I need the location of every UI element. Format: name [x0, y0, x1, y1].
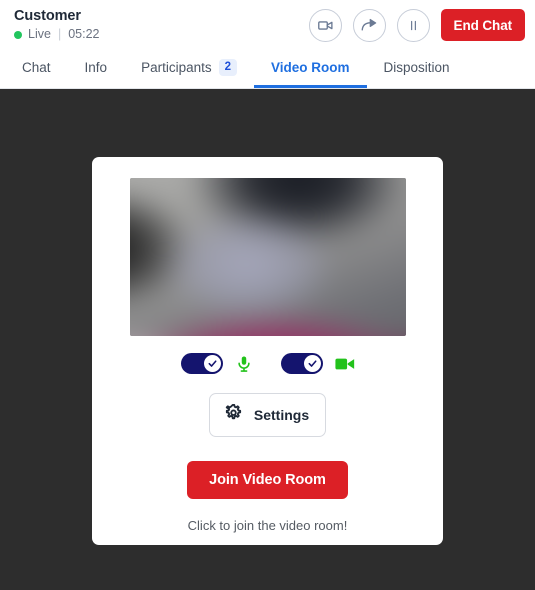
- share-arrow-icon: [360, 16, 378, 34]
- tab-participants[interactable]: Participants 2: [124, 50, 254, 88]
- gear-icon: [223, 403, 244, 427]
- participants-count-badge: 2: [218, 59, 238, 76]
- live-indicator-dot: [14, 30, 22, 39]
- preview-blur-wrapper: [129, 178, 406, 336]
- tab-disposition[interactable]: Disposition: [367, 50, 467, 88]
- join-hint-text: Click to join the video room!: [187, 518, 348, 533]
- video-room-panel: Customer Live | 05:22 End Chat Chat Info…: [0, 0, 535, 590]
- video-stage: Settings Join Video Room Click to join t…: [0, 89, 535, 590]
- tab-info[interactable]: Info: [68, 50, 125, 88]
- live-label: Live: [28, 27, 51, 41]
- tab-label: Participants: [141, 60, 212, 75]
- tab-label: Disposition: [383, 60, 450, 75]
- status-separator: |: [57, 27, 62, 41]
- toggle-knob: [303, 355, 321, 372]
- tab-video-room[interactable]: Video Room: [254, 50, 367, 88]
- pause-icon: [406, 18, 421, 33]
- live-status: Live | 05:22: [14, 27, 99, 42]
- call-timer: 05:22: [68, 27, 100, 41]
- microphone-toggle[interactable]: [180, 353, 223, 374]
- join-video-room-button[interactable]: Join Video Room: [187, 461, 348, 499]
- tab-bar: Chat Info Participants 2 Video Room Disp…: [0, 50, 535, 89]
- settings-button[interactable]: Settings: [208, 393, 327, 437]
- camera-toggle[interactable]: [280, 353, 323, 374]
- video-camera-icon: [317, 17, 334, 34]
- tab-chat[interactable]: Chat: [14, 50, 68, 88]
- panel-header: Customer Live | 05:22 End Chat: [0, 0, 535, 50]
- tab-label: Info: [84, 60, 108, 75]
- device-controls: [180, 353, 355, 374]
- toggle-knob: [203, 355, 221, 372]
- settings-label: Settings: [253, 407, 310, 423]
- camera-icon: [334, 356, 355, 372]
- tab-label: Video Room: [271, 60, 350, 75]
- customer-name: Customer: [14, 8, 81, 24]
- join-video-card: Settings Join Video Room Click to join t…: [92, 157, 443, 545]
- preview-layer-subject: [129, 178, 406, 336]
- customer-info: Customer Live | 05:22: [14, 8, 99, 42]
- microphone-icon: [235, 354, 253, 374]
- header-actions: End Chat: [308, 8, 527, 42]
- video-preview: [129, 178, 406, 336]
- end-chat-button[interactable]: End Chat: [440, 9, 525, 41]
- pause-button[interactable]: [396, 8, 430, 42]
- share-button[interactable]: [352, 8, 386, 42]
- video-call-button[interactable]: [308, 8, 342, 42]
- tab-label: Chat: [22, 60, 51, 75]
